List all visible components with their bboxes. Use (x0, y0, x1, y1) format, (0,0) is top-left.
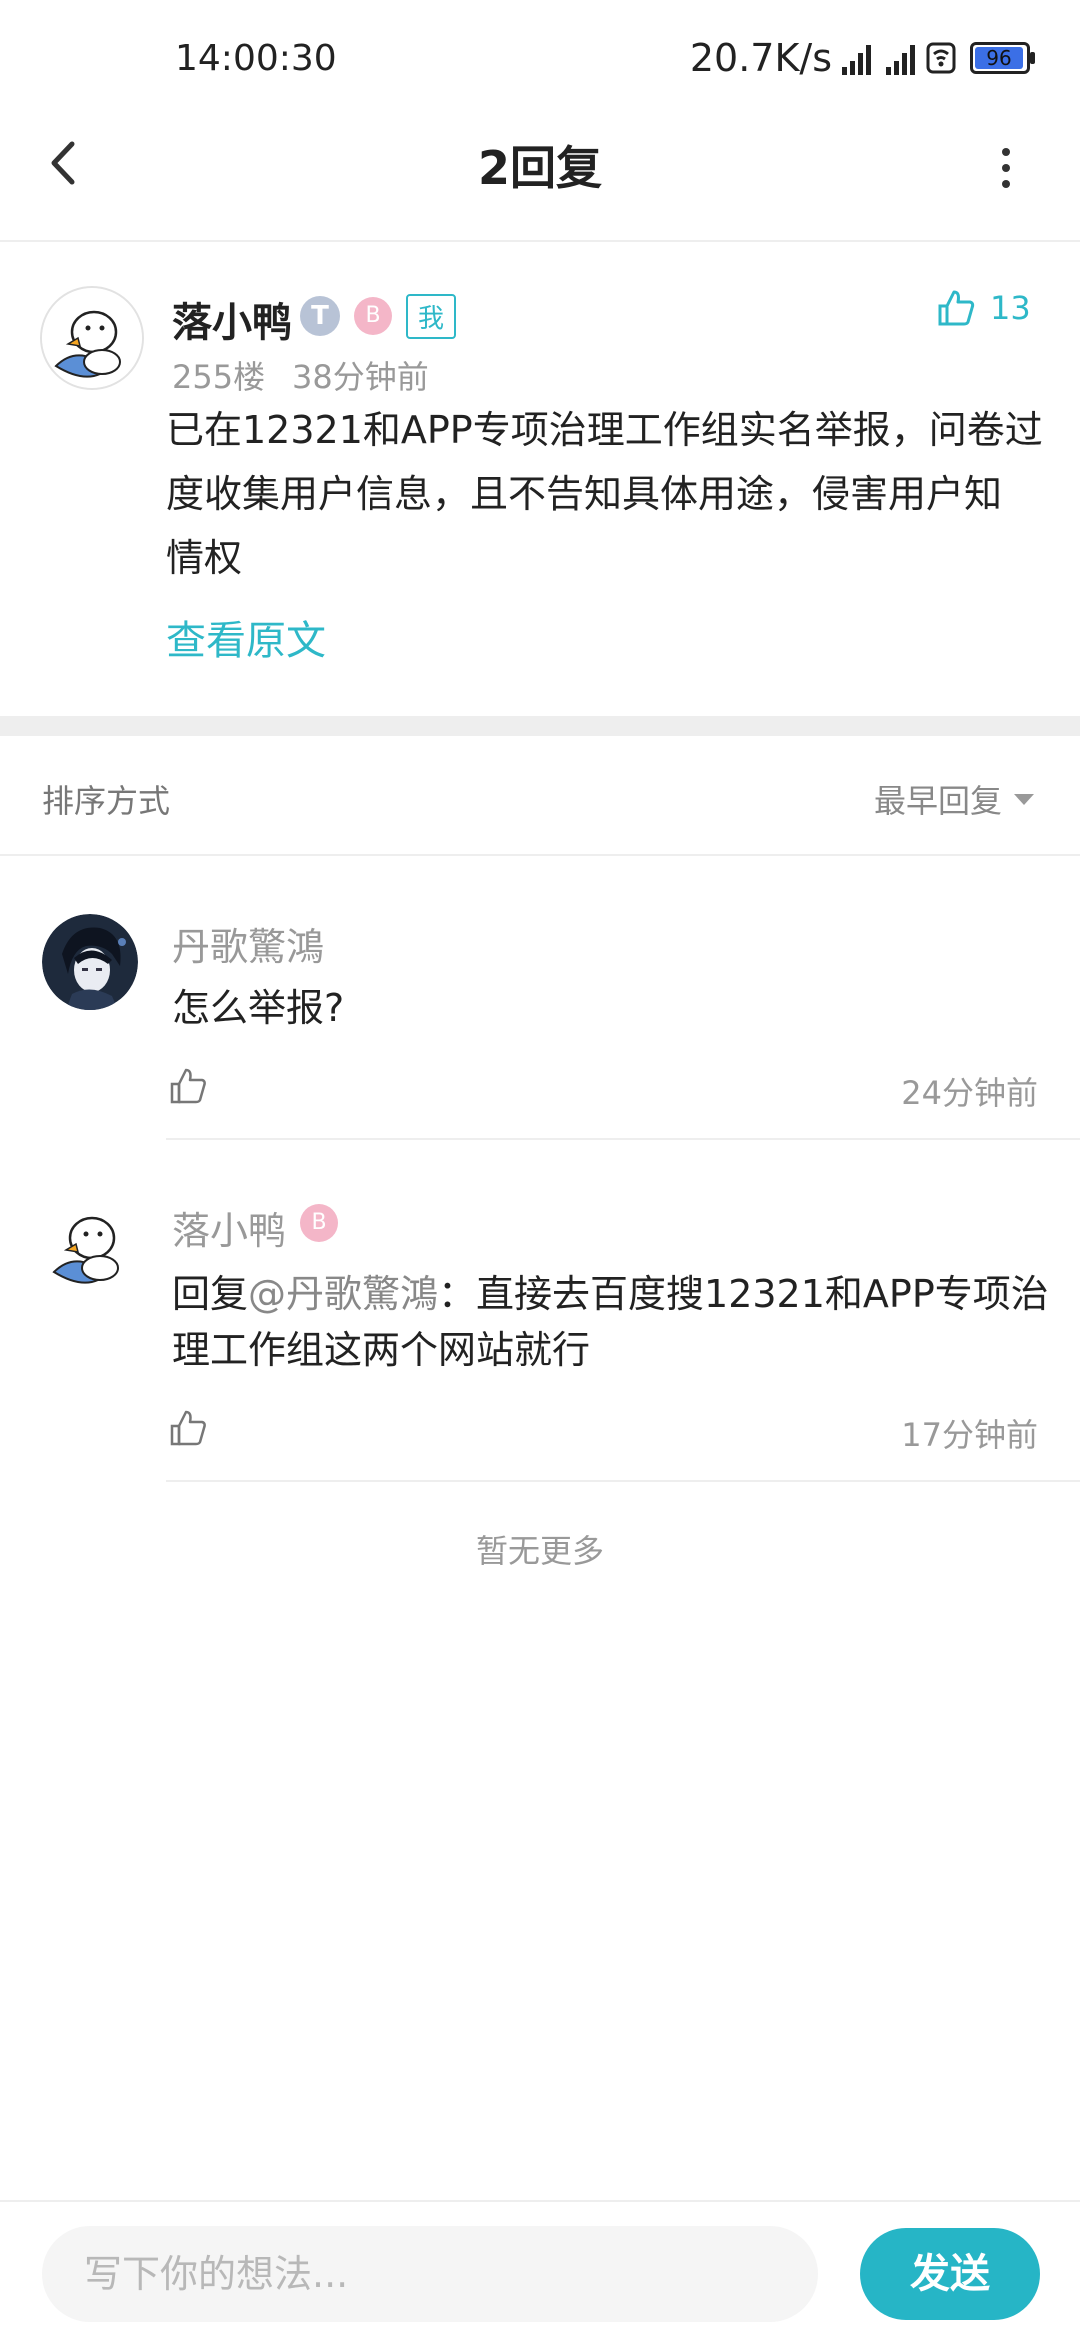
wifi-icon (926, 42, 956, 74)
thumbs-up-icon (938, 290, 975, 326)
reply-content: 怎么举报? (172, 986, 345, 1030)
signal-icon (838, 41, 876, 75)
reply-text-part: ：直接去百度搜12321和APP专项治 (438, 1272, 1049, 1316)
battery-level: 96 (975, 47, 1023, 69)
like-count: 13 (990, 289, 1031, 327)
me-badge: 我 (406, 294, 457, 339)
view-original-link[interactable]: 查看原文 (166, 608, 326, 666)
reply-divider (166, 1138, 1080, 1140)
page-title: 2回复 (477, 141, 602, 195)
send-button[interactable]: 发送 (860, 2228, 1040, 2320)
signal-icon (882, 41, 920, 75)
reply-content: 回复@丹歌驚鴻：直接去百度搜12321和APP专项治 理工作组这两个网站就行 (172, 1266, 1052, 1378)
level-badge-icon: T (300, 296, 340, 336)
thumbs-up-icon (170, 1410, 206, 1446)
status-icons: 20.7K/s 96 (689, 36, 1035, 80)
reply-text-line: 回复@丹歌驚鴻：直接去百度搜12321和APP专项治 (172, 1266, 1052, 1322)
no-more-text: 暂无更多 (475, 1532, 604, 1570)
post-text-line: 度收集用户信息，且不告知具体用途，侵害用户知 (166, 472, 1003, 516)
reply-author-name[interactable]: 丹歌驚鴻 (172, 916, 324, 971)
reply-time: 17分钟前 (901, 1416, 1038, 1454)
composer-divider (0, 2200, 1080, 2202)
sort-label: 排序方式 (42, 782, 171, 820)
comment-input[interactable] (42, 2226, 818, 2322)
post-floor: 255楼 (172, 358, 266, 396)
anime-avatar-icon (42, 914, 138, 1010)
sort-value: 最早回复 (873, 782, 1002, 820)
status-time: 14:00:30 (175, 38, 337, 79)
sort-dropdown[interactable]: 最早回复 (874, 776, 1034, 822)
post-text-line: 情权 (166, 536, 243, 580)
reply-time: 24分钟前 (901, 1074, 1038, 1112)
reply-like-button[interactable] (168, 1066, 208, 1110)
thumbs-up-icon (170, 1068, 206, 1104)
post-time: 38分钟前 (292, 358, 429, 396)
reply-divider (166, 1480, 1080, 1482)
reply-avatar[interactable] (42, 914, 138, 1010)
post-text-line: 已在12321和APP专项治理工作组实名举报，问卷过 (166, 408, 1043, 452)
mention-link[interactable]: @丹歌驚鴻 (248, 1272, 438, 1316)
network-speed: 20.7K/s (689, 36, 832, 80)
duck-avatar-icon (42, 288, 142, 388)
post-like-button[interactable]: 13 (936, 288, 1031, 328)
header-divider (0, 240, 1080, 242)
battery-icon: 96 (970, 42, 1035, 74)
duck-avatar-icon (42, 1198, 138, 1294)
dropdown-arrow-icon (1014, 793, 1034, 805)
reply-like-button[interactable] (168, 1408, 208, 1452)
pink-badge-icon: B (300, 1204, 338, 1242)
author-avatar[interactable] (40, 286, 144, 390)
reply-text-line: 理工作组这两个网站就行 (172, 1328, 591, 1372)
reply-author-name[interactable]: 落小鸭 (172, 1200, 286, 1255)
reply-prefix: 回复 (172, 1272, 249, 1316)
author-name[interactable]: 落小鸭 (172, 290, 292, 348)
comment-input-container[interactable] (42, 2226, 818, 2322)
post-content: 已在12321和APP专项治理工作组实名举报，问卷过 度收集用户信息，且不告知具… (166, 398, 1046, 590)
more-options-button[interactable] (996, 148, 1016, 188)
reply-avatar[interactable] (42, 1198, 138, 1294)
pink-badge-icon: B (354, 297, 392, 335)
section-separator (0, 716, 1080, 736)
sort-divider (0, 854, 1080, 856)
